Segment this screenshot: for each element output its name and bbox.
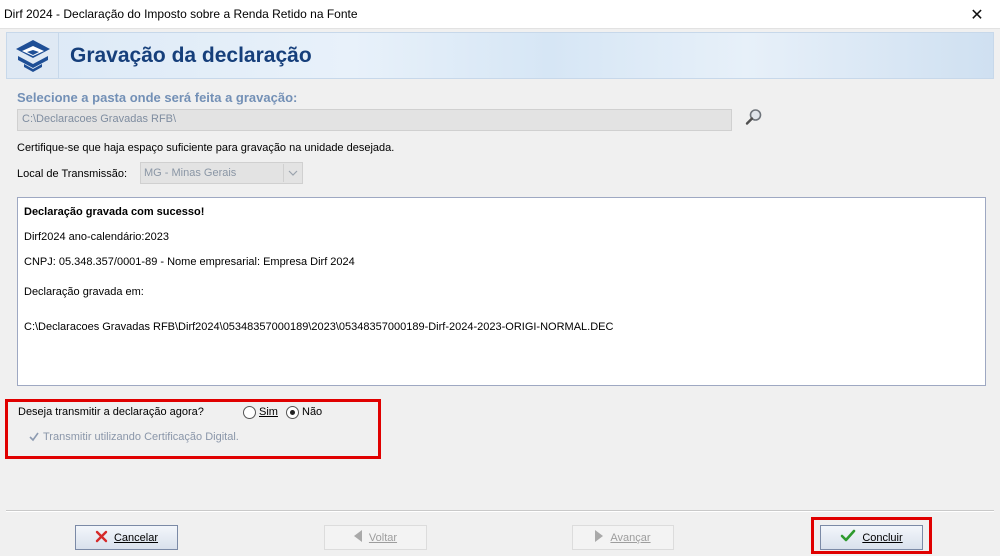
transmit-yes-label[interactable]: Sim — [259, 406, 278, 418]
calendar-year-line: Dirf2024 ano-calendário:2023 — [24, 231, 169, 243]
transmission-location-value: MG - Minas Gerais — [144, 167, 237, 179]
finish-button[interactable]: Concluir — [820, 525, 923, 550]
result-message-panel: Declaração gravada com sucesso! Dirf2024… — [17, 197, 986, 386]
next-button[interactable]: Avançar — [572, 525, 674, 550]
cnpj-line: CNPJ: 05.348.357/0001-89 - Nome empresar… — [24, 256, 355, 268]
transmit-question: Deseja transmitir a declaração agora? — [18, 406, 204, 418]
space-notice: Certifique-se que haja espaço suficiente… — [17, 142, 395, 154]
success-message: Declaração gravada com sucesso! — [24, 206, 205, 218]
saved-file-path: C:\Declaracoes Gravadas RFB\Dirf2024\053… — [24, 321, 614, 333]
transmit-yes-radio[interactable] — [243, 406, 256, 419]
window-titlebar: Dirf 2024 - Declaração do Imposto sobre … — [0, 0, 1000, 29]
chevron-down-icon — [283, 164, 301, 182]
receita-federal-logo-icon — [7, 33, 59, 78]
red-x-icon — [95, 530, 108, 546]
page-header-banner: Gravação da declaração — [6, 32, 994, 79]
folder-path-field[interactable]: C:\Declaracoes Gravadas RFB\ — [17, 109, 732, 131]
close-icon: ✕ — [970, 6, 984, 24]
window-title: Dirf 2024 - Declaração do Imposto sobre … — [4, 7, 358, 21]
transmit-no-label[interactable]: Não — [302, 406, 322, 418]
saved-in-label: Declaração gravada em: — [24, 286, 144, 298]
transmit-no-radio[interactable] — [286, 406, 299, 419]
cancel-button-label: Cancelar — [113, 531, 159, 544]
back-button-label: Voltar — [368, 531, 398, 544]
arrow-left-icon — [353, 530, 363, 545]
page-title: Gravação da declaração — [70, 44, 312, 67]
cancel-button[interactable]: Cancelar — [75, 525, 178, 550]
browse-folder-button[interactable] — [743, 107, 765, 129]
arrow-right-icon — [595, 530, 604, 545]
next-button-label: Avançar — [610, 531, 651, 544]
transmission-location-label: Local de Transmissão: — [17, 168, 128, 180]
close-window-button[interactable]: ✕ — [954, 0, 1000, 29]
folder-label: Selecione a pasta onde será feita a grav… — [17, 90, 298, 105]
finish-button-label: Concluir — [862, 531, 903, 544]
transmission-location-select[interactable]: MG - Minas Gerais — [140, 162, 303, 184]
back-button[interactable]: Voltar — [324, 525, 427, 550]
magnifier-icon — [744, 107, 764, 130]
footer-separator — [6, 510, 994, 512]
green-check-icon — [840, 529, 856, 546]
digital-certificate-checkbox-label[interactable]: Transmitir utilizando Certificação Digit… — [43, 431, 239, 443]
checkmark-icon[interactable] — [28, 431, 40, 443]
